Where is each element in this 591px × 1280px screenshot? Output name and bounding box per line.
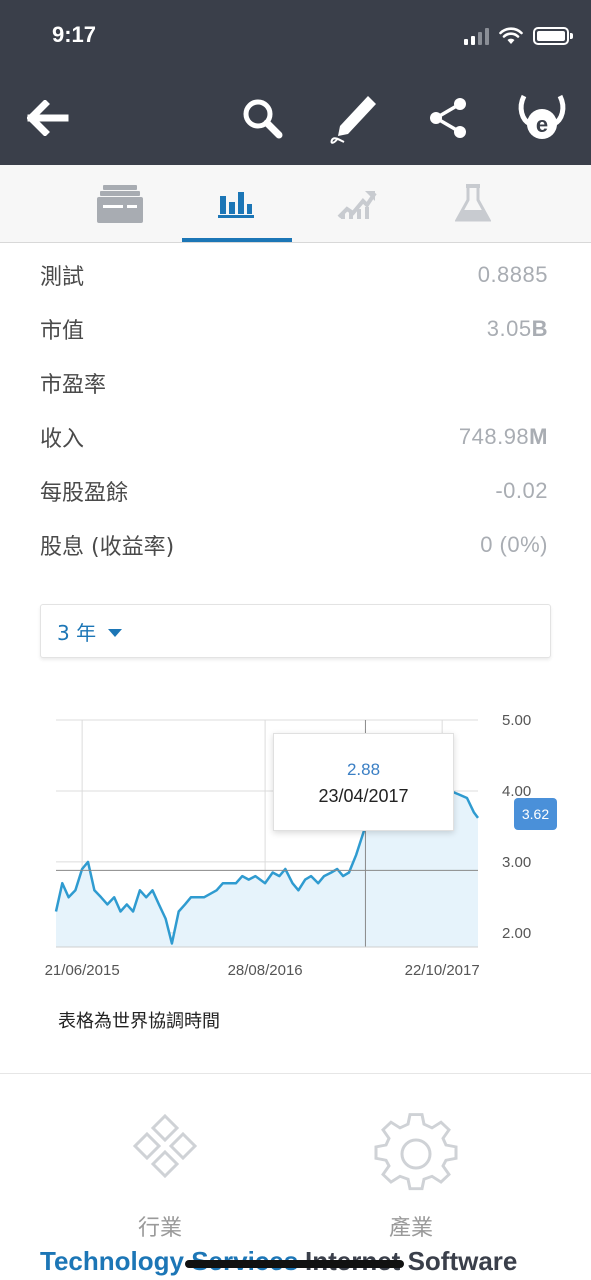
pen-icon[interactable] [326,88,382,148]
status-time: 9:17 [52,22,97,47]
stat-row: 收入 748.98M [40,410,548,464]
last-price-badge: 3.62 [514,798,557,830]
industry-label: 產業 [389,1216,434,1241]
chart-tooltip: 2.88 23/04/2017 [273,733,454,831]
active-tab-indicator [182,238,292,242]
stat-label: 測試 [40,265,85,290]
period-dropdown[interactable]: 3 年 [40,604,551,658]
x-tick-label: 28/08/2016 [228,962,303,979]
stat-label: 每股盈餘 [40,481,129,506]
tooltip-value: 2.88 [346,760,381,779]
tab-overview[interactable] [65,165,175,243]
tab-chart[interactable] [302,165,412,243]
stat-value: -0.02 [495,478,548,503]
gear-icon [374,1112,458,1196]
stat-row: 每股盈餘 -0.02 [40,464,548,518]
key-stats: 測試 0.8885 市值 3.05B 市盈率 收入 748.98M 每股盈餘 -… [40,248,548,572]
wifi-icon [499,27,523,44]
stat-label: 市值 [40,319,85,344]
flask-icon [455,184,491,222]
tooltip-date: 23/04/2017 [318,786,409,806]
svg-text:e: e [536,112,548,137]
battery-icon [533,27,573,45]
stat-value: 0 (0%) [480,532,548,557]
sector-label: 行業 [138,1216,183,1241]
news-feed-icon [97,185,143,223]
section-tabs [0,165,591,243]
y-tick-label: 5.00 [502,712,531,729]
y-tick-label: 3.00 [502,854,531,871]
cellular-signal-icon [464,27,489,45]
tab-stats[interactable] [181,165,291,243]
stat-label: 股息 (收益率) [40,535,175,560]
stat-row: 市值 3.05B [40,302,548,356]
stat-row: 市盈率 [40,356,548,410]
stat-row: 測試 0.8885 [40,248,548,302]
sector-diamond-icon [123,1112,207,1196]
stat-value: 0.8885 [477,262,548,287]
x-tick-label: 21/06/2015 [45,962,120,979]
tab-research[interactable] [418,165,528,243]
bar-chart-icon [218,192,254,218]
stat-row: 股息 (收益率) 0 (0%) [40,518,548,572]
home-indicator [185,1260,404,1268]
stat-value: 3.05B [486,316,548,341]
period-label: 3 年 [57,620,97,645]
stat-label: 收入 [40,427,85,452]
status-icons [464,24,573,48]
search-icon[interactable] [234,88,290,148]
y-tick-label: 2.00 [502,925,531,942]
utc-note: 表格為世界協調時間 [58,1011,220,1032]
trend-up-icon [337,191,377,219]
etoro-logo-icon[interactable]: e [514,88,570,148]
stat-value: 748.98M [458,424,548,449]
x-tick-label: 22/10/2017 [405,962,480,979]
share-icon[interactable] [420,88,476,148]
back-arrow-icon[interactable] [20,88,76,148]
divider [0,1073,591,1074]
stat-label: 市盈率 [40,373,107,398]
app-header: 9:17 e [0,0,591,165]
caret-down-icon [108,628,123,637]
